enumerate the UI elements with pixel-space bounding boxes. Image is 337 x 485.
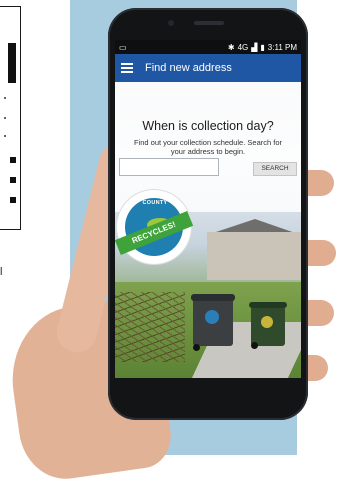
phone-speaker [194, 21, 224, 25]
bin-logo [261, 316, 273, 328]
doc-mark [10, 197, 16, 203]
notification-icon: ▭ [119, 42, 127, 52]
menu-icon[interactable] [121, 63, 133, 73]
bin-wheel [193, 344, 200, 351]
subtext: Find out your collection schedule. Searc… [134, 138, 282, 156]
search-button[interactable]: SEARCH [253, 162, 297, 176]
bin-logo [205, 310, 219, 324]
bluetooth-icon: ✱ [227, 42, 235, 52]
lexington-recycles-logo: LEXINGTON COUNTY RECYCLES! [115, 190, 194, 264]
trash-bin-lid [191, 294, 235, 301]
page-title: Find new address [145, 62, 232, 74]
doc-dot [4, 117, 6, 119]
bin-wheel [251, 342, 258, 349]
doc-dot [4, 97, 6, 99]
yard-debris [115, 292, 185, 362]
phone-screen: ▭ ✱ 4G ▟ ▮ 3:11 PM Find new address When… [115, 40, 301, 378]
hero-area: When is collection day? Find out your co… [115, 82, 301, 378]
headline: When is collection day? [142, 119, 274, 133]
logo-arc-text: LEXINGTON COUNTY [137, 194, 173, 206]
signal-icon: ▟ [251, 42, 258, 52]
doc-mark [10, 157, 16, 163]
signal-label: 4G [237, 42, 249, 52]
status-bar: ▭ ✱ 4G ▟ ▮ 3:11 PM [115, 40, 301, 54]
house [207, 232, 301, 280]
doc-dot [4, 135, 6, 137]
doc-mark [8, 43, 16, 83]
doc-mark [10, 177, 16, 183]
recycle-bin-lid [249, 302, 287, 308]
app-bar: Find new address [115, 54, 301, 82]
status-right: ✱ 4G ▟ ▮ 3:11 PM [228, 43, 297, 52]
document-fragment [0, 6, 21, 230]
battery-icon: ▮ [260, 42, 265, 52]
doc-letter: l [0, 266, 3, 278]
status-time: 3:11 PM [267, 42, 297, 52]
phone-camera [168, 20, 174, 26]
address-search-input[interactable] [119, 158, 219, 176]
